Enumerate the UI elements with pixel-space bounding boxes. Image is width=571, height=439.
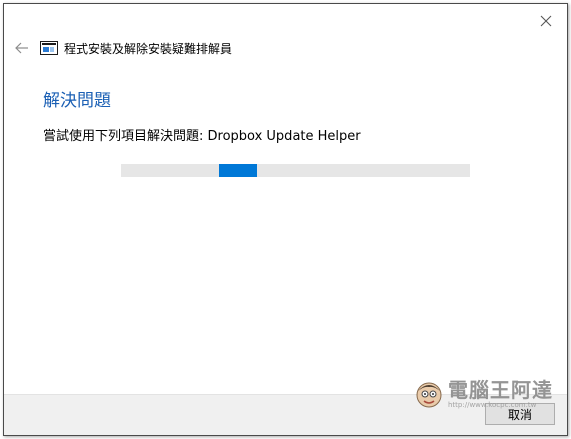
status-text: 嘗試使用下列項目解決問題: Dropbox Update Helper (43, 129, 361, 144)
close-icon (540, 15, 552, 27)
back-arrow-icon (15, 42, 28, 54)
progress-bar (121, 164, 470, 177)
close-button[interactable] (535, 10, 557, 32)
troubleshooter-icon (40, 41, 58, 55)
back-button[interactable] (12, 38, 32, 58)
troubleshooter-window: 程式安裝及解除安裝疑難排解員 解決問題 嘗試使用下列項目解決問題: Dropbo… (3, 3, 568, 436)
mascot-face-icon (416, 382, 442, 408)
watermark: 電腦王阿達 http://www.kocpc.com.tw (414, 379, 553, 409)
watermark-text: 電腦王阿達 http://www.kocpc.com.tw (448, 379, 553, 409)
window-title: 程式安裝及解除安裝疑難排解員 (64, 41, 233, 56)
title-row: 程式安裝及解除安裝疑難排解員 (40, 38, 232, 58)
progress-indicator (218, 164, 258, 177)
watermark-brand: 電腦王阿達 (448, 378, 553, 402)
watermark-url: http://www.kocpc.com.tw (448, 401, 537, 409)
page-heading: 解決問題 (43, 91, 111, 111)
